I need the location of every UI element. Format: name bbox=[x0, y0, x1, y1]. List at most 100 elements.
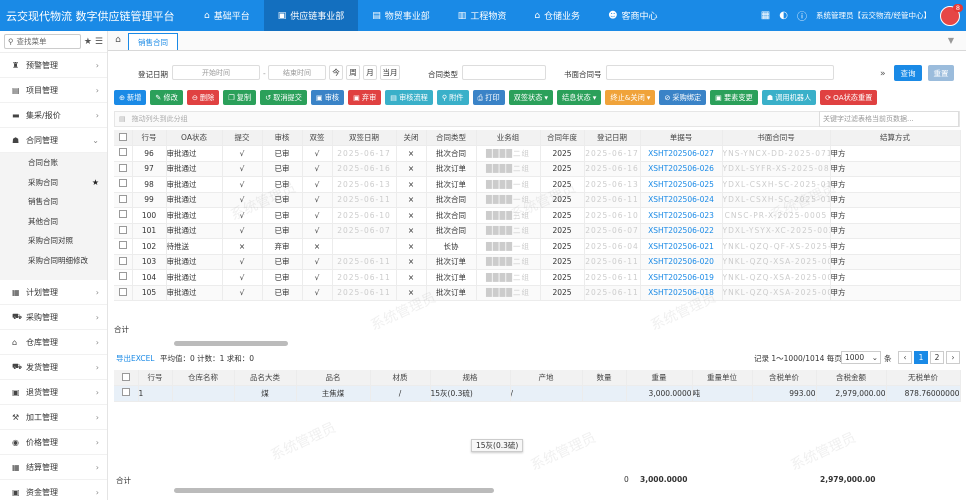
column-header[interactable]: 合同年度 bbox=[540, 130, 585, 146]
home-icon[interactable]: ⌂ bbox=[108, 30, 128, 50]
delete-button[interactable]: ⊖ 删除 bbox=[186, 90, 220, 105]
row-checkbox[interactable] bbox=[118, 272, 127, 281]
user-info[interactable]: 系统管理员【云交物流/经管中心】 bbox=[816, 10, 931, 21]
row-checkbox[interactable] bbox=[118, 163, 127, 172]
purchase-bind-button[interactable]: ⊘ 采购绑定 bbox=[659, 90, 707, 105]
sidebar-subitem-other-contract[interactable]: 其他合同 bbox=[0, 211, 107, 231]
column-header[interactable]: 含税金额 bbox=[816, 370, 887, 386]
checkbox-cell[interactable] bbox=[114, 176, 133, 193]
column-header[interactable]: 双签 bbox=[302, 130, 333, 146]
sidebar-item-purchase[interactable]: ⛟ 采购管理 › bbox=[0, 305, 107, 330]
sidebar-subitem-sales-contract[interactable]: 销售合同 bbox=[0, 192, 107, 212]
column-header[interactable]: 品名 bbox=[296, 370, 371, 386]
interest-status-button[interactable]: 结息状态 ▾ bbox=[557, 90, 602, 105]
table-row[interactable]: 105 审批通过 √ 已审 √ 2025-06-11 × 批次订单 ████二组 2025 2025… bbox=[114, 285, 961, 301]
unaudit-button[interactable]: ▣ 弃审 bbox=[348, 90, 382, 105]
print-button[interactable]: ⎙ 打印 bbox=[472, 90, 505, 105]
column-header[interactable]: 单据号 bbox=[640, 130, 723, 146]
page-size-select[interactable]: 1000 ⌄ bbox=[841, 351, 881, 364]
column-header[interactable]: 合同类型 bbox=[426, 130, 477, 146]
sidebar-item-contract[interactable]: ☗ 合同管理 ⌄ bbox=[0, 128, 107, 153]
column-header[interactable]: 规格 bbox=[430, 370, 511, 386]
audit-button[interactable]: ▣ 审核 bbox=[310, 90, 345, 105]
paper-no-input[interactable] bbox=[606, 65, 834, 80]
help-icon[interactable]: ⓘ bbox=[797, 8, 807, 23]
prev-page-button[interactable]: ‹ bbox=[898, 351, 912, 364]
column-header[interactable]: 行号 bbox=[138, 370, 173, 386]
chart-icon[interactable]: ▦ bbox=[761, 10, 770, 21]
column-header[interactable]: 双签日期 bbox=[332, 130, 397, 146]
sidebar-item-shipping[interactable]: ⛟ 发货管理 › bbox=[0, 355, 107, 380]
sidebar-subitem-purchase-contract[interactable]: 采购合同 ★ bbox=[0, 172, 107, 192]
contract-type-select[interactable] bbox=[462, 65, 546, 80]
nav-tab-basic[interactable]: ⌂ 基础平台 bbox=[190, 0, 264, 31]
checkbox-cell[interactable] bbox=[114, 207, 133, 224]
row-checkbox[interactable] bbox=[121, 388, 130, 397]
checkbox-cell[interactable] bbox=[114, 192, 133, 208]
row-checkbox[interactable] bbox=[118, 148, 127, 157]
sidebar-subitem-contract-compare[interactable]: 采购合同对照 bbox=[0, 231, 107, 251]
column-header[interactable]: 提交 bbox=[222, 130, 263, 146]
table-row[interactable]: 104 审批通过 √ 已审 √ 2025-06-11 × 批次订单 ████二组 2025 2025… bbox=[114, 269, 961, 286]
column-header[interactable]: 重量单位 bbox=[692, 370, 753, 386]
start-date-input[interactable]: 开始时间 bbox=[172, 65, 260, 80]
reset-button[interactable]: 重置 bbox=[928, 65, 954, 81]
dual-sign-status-button[interactable]: 双签状态 ▾ bbox=[508, 90, 554, 105]
cell-doc[interactable]: XSHT202506-027 bbox=[640, 145, 723, 162]
sidebar-item-return[interactable]: ▣ 退货管理 › bbox=[0, 380, 107, 405]
column-header[interactable]: 无税单价 bbox=[886, 370, 961, 386]
column-header[interactable]: 关闭 bbox=[396, 130, 427, 146]
attachment-button[interactable]: ⚲ 附件 bbox=[436, 90, 469, 105]
column-header[interactable]: 登记日期 bbox=[584, 130, 641, 146]
table-row[interactable]: 98 审批通过 √ 已审 √ 2025-06-13 × 批次订单 ████一组 2025 2025-… bbox=[114, 176, 961, 193]
sidebar-item-project[interactable]: ▤ 项目管理 › bbox=[0, 78, 107, 103]
table-row[interactable]: 1 煤主焦煤/15灰(0.3硫)/3,000.0000 吨 993.00 2,979,0… bbox=[114, 385, 961, 402]
table-row[interactable]: 102 待推送 × 弃审 × × 长协 ████一组 2025 2025-06-04 XSHT202… bbox=[114, 238, 961, 255]
checkbox-cell[interactable] bbox=[114, 145, 133, 162]
column-header[interactable]: 审核 bbox=[262, 130, 303, 146]
nav-tab-supply-chain[interactable]: ▣ 供应链事业部 bbox=[263, 0, 359, 31]
column-header[interactable]: 品名大类 bbox=[234, 370, 297, 386]
cell-doc[interactable]: XSHT202506-021 bbox=[640, 238, 723, 255]
element-change-button[interactable]: ▣ 要素变更 bbox=[710, 90, 758, 105]
checkbox-cell[interactable] bbox=[114, 161, 133, 177]
cell-doc[interactable]: XSHT202506-026 bbox=[640, 161, 723, 177]
column-header[interactable]: 行号 bbox=[132, 130, 167, 146]
group-by-bar[interactable]: ▤ 拖动列头到此分组 关键字过滤表格当前页数据... bbox=[114, 111, 960, 127]
sidebar-item-plan[interactable]: ▦ 计划管理 › bbox=[0, 280, 107, 305]
nav-tab-customer[interactable]: ☻ 客商中心 bbox=[594, 0, 671, 31]
sidebar-item-settlement[interactable]: ▦ 结算管理 › bbox=[0, 455, 107, 480]
export-excel-link[interactable]: 导出EXCEL bbox=[116, 353, 155, 364]
edit-button[interactable]: ✎ 修改 bbox=[150, 90, 183, 105]
nav-tab-engineering[interactable]: ▥ 工程物资 bbox=[444, 0, 521, 31]
this-month-button[interactable]: 当月 bbox=[380, 65, 400, 80]
page-2-button[interactable]: 2 bbox=[930, 351, 944, 364]
add-button[interactable]: ⊕ 新增 bbox=[114, 90, 147, 105]
row-checkbox[interactable] bbox=[118, 256, 127, 265]
checkbox-cell[interactable] bbox=[114, 254, 133, 270]
end-date-input[interactable]: 结束时间 bbox=[268, 65, 326, 80]
cell-doc[interactable]: XSHT202506-025 bbox=[640, 176, 723, 193]
month-button[interactable]: 月 bbox=[363, 65, 377, 80]
row-checkbox[interactable] bbox=[118, 225, 127, 234]
cell-doc[interactable]: XSHT202506-019 bbox=[640, 269, 723, 286]
table-row[interactable]: 99 审批通过 √ 已审 √ 2025-06-11 × 批次合同 ████一组 2025 2025-… bbox=[114, 192, 961, 208]
select-all-checkbox[interactable] bbox=[118, 132, 127, 141]
row-checkbox[interactable] bbox=[118, 194, 127, 203]
call-robot-button[interactable]: ☗ 调用机器人 bbox=[761, 90, 817, 105]
horizontal-scrollbar[interactable] bbox=[174, 341, 288, 346]
table-row[interactable]: 100 审批通过 √ 已审 √ 2025-06-10 × 批次合同 ████三组 2025 2025… bbox=[114, 207, 961, 224]
horizontal-scrollbar[interactable] bbox=[174, 488, 494, 493]
week-button[interactable]: 周 bbox=[346, 65, 360, 80]
column-header[interactable]: OA状态 bbox=[166, 130, 223, 146]
query-button[interactable]: 查询 bbox=[894, 65, 922, 81]
today-button[interactable]: 今 bbox=[329, 65, 343, 80]
checkbox-cell[interactable] bbox=[114, 223, 133, 239]
column-header[interactable]: 含税单价 bbox=[752, 370, 817, 386]
checkbox-cell[interactable] bbox=[114, 269, 133, 286]
column-header[interactable]: 产地 bbox=[510, 370, 583, 386]
sidebar-item-procurement-quote[interactable]: ▬ 集采/报价 › bbox=[0, 103, 107, 128]
oa-reset-button[interactable]: ⟳ OA状态重置 bbox=[820, 90, 878, 105]
avatar[interactable]: 8 bbox=[940, 3, 963, 26]
select-all-checkbox[interactable] bbox=[121, 372, 130, 381]
